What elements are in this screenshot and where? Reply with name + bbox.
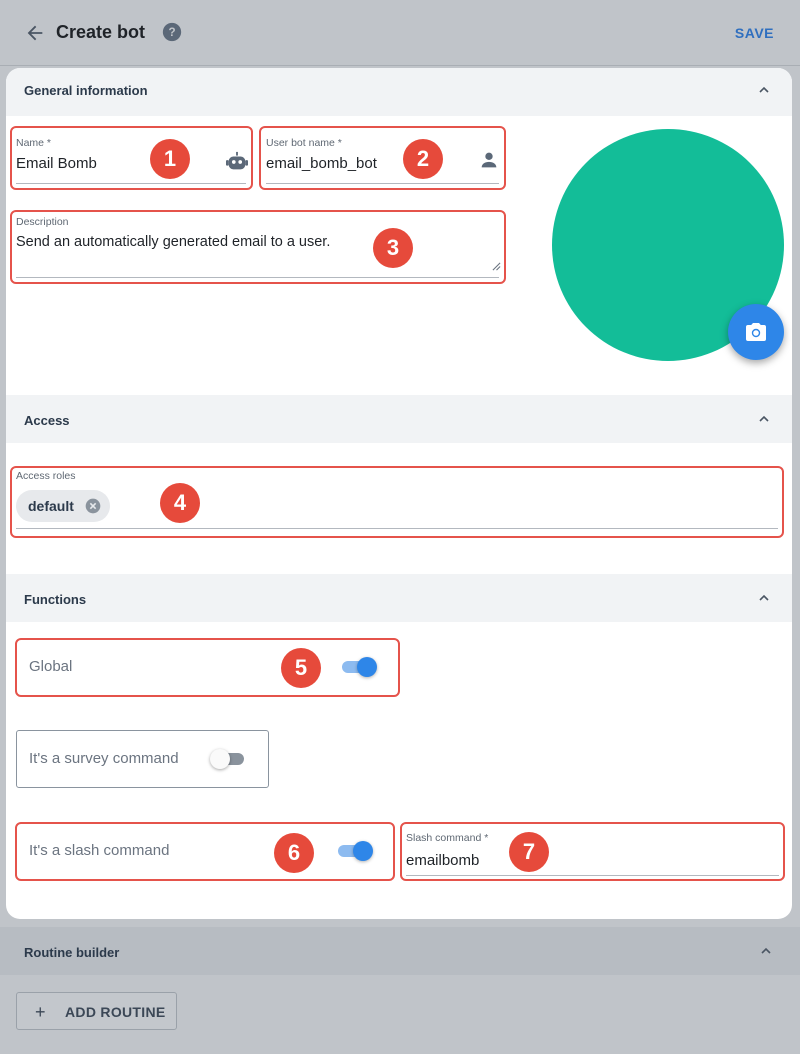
chevron-up-icon[interactable] <box>756 411 772 427</box>
survey-label: It's a survey command <box>29 750 179 767</box>
annotation-box-2 <box>259 126 506 190</box>
annotation-badge-2: 2 <box>403 139 443 179</box>
annotation-box-1 <box>10 126 253 190</box>
chevron-up-icon[interactable] <box>758 943 774 959</box>
svg-text:?: ? <box>168 26 175 39</box>
section-title-general: General information <box>24 83 148 98</box>
section-header-access[interactable]: Access <box>6 395 792 443</box>
chevron-up-icon[interactable] <box>756 590 772 606</box>
section-title-functions: Functions <box>24 592 87 607</box>
annotation-badge-3: 3 <box>373 228 413 268</box>
arrow-left-icon[interactable] <box>24 22 46 44</box>
survey-toggle[interactable] <box>210 748 248 770</box>
section-title-access: Access <box>24 413 70 428</box>
annotation-box-3 <box>10 210 506 284</box>
help-circle-icon[interactable]: ? <box>162 22 182 42</box>
plus-icon: + <box>35 1002 46 1022</box>
add-routine-label: ADD ROUTINE <box>65 1004 166 1020</box>
bot-form-card: General information Name * Email Bomb 1 … <box>6 68 792 919</box>
save-button[interactable]: SAVE <box>735 25 774 41</box>
section-header-general[interactable]: General information <box>6 68 792 116</box>
section-header-functions[interactable]: Functions <box>6 574 792 622</box>
annotation-box-6 <box>15 822 395 881</box>
chevron-up-icon[interactable] <box>756 82 772 98</box>
top-bar: Create bot ? SAVE <box>0 0 800 66</box>
annotation-badge-1: 1 <box>150 139 190 179</box>
page-title: Create bot <box>56 22 146 42</box>
change-avatar-button[interactable] <box>728 304 784 360</box>
section-title-routine: Routine builder <box>24 945 120 960</box>
annotation-badge-7: 7 <box>509 832 549 872</box>
annotation-box-4 <box>10 466 784 538</box>
annotation-box-5 <box>15 638 400 697</box>
annotation-box-7 <box>400 822 785 881</box>
annotation-badge-6: 6 <box>274 833 314 873</box>
section-header-routine[interactable]: Routine builder <box>0 927 800 975</box>
add-routine-button[interactable]: + ADD ROUTINE <box>16 992 177 1030</box>
toggle-knob <box>210 749 230 769</box>
annotation-badge-5: 5 <box>281 648 321 688</box>
annotation-badge-4: 4 <box>160 483 200 523</box>
camera-icon <box>746 323 766 341</box>
